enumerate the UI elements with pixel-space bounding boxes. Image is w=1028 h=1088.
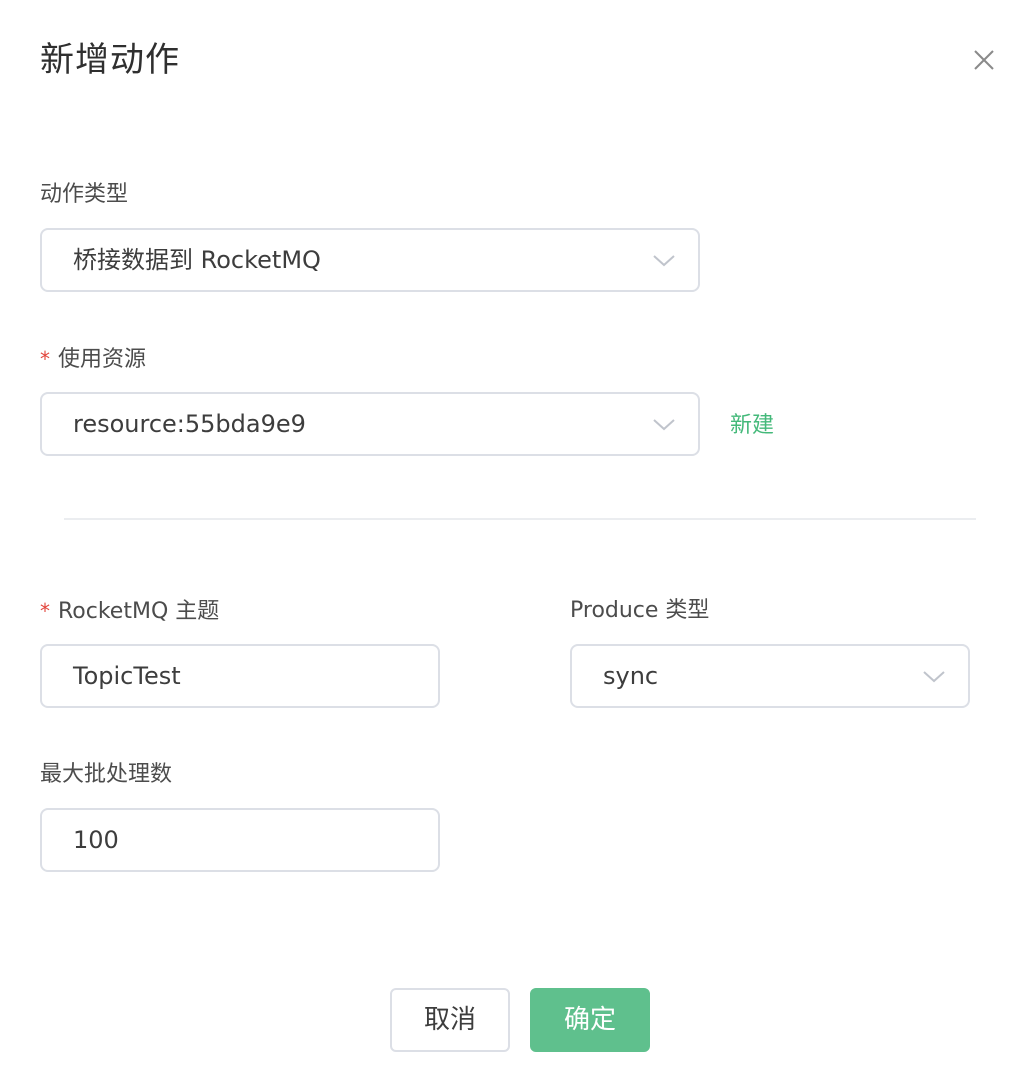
cancel-button[interactable]: 取消 — [390, 988, 510, 1052]
required-mark: * — [40, 347, 50, 371]
confirm-button[interactable]: 确定 — [530, 988, 650, 1052]
resource-value: resource:55bda9e9 — [73, 410, 306, 438]
dialog-title: 新增动作 — [40, 40, 180, 80]
chevron-down-icon — [653, 255, 675, 267]
topic-input[interactable]: TopicTest — [40, 644, 440, 708]
resource-select[interactable]: resource:55bda9e9 — [40, 392, 700, 456]
action-type-select[interactable]: 桥接数据到 RocketMQ — [40, 228, 700, 292]
resource-label: * 使用资源 — [40, 344, 146, 375]
topic-label-text: RocketMQ 主题 — [58, 599, 220, 624]
action-type-value: 桥接数据到 RocketMQ — [73, 246, 321, 274]
close-button[interactable] — [968, 44, 1000, 76]
close-icon — [974, 50, 994, 70]
produce-type-select[interactable]: sync — [570, 644, 970, 708]
chevron-down-icon — [923, 671, 945, 683]
chevron-down-icon — [653, 419, 675, 431]
section-divider — [64, 518, 976, 520]
resource-label-text: 使用资源 — [58, 347, 147, 372]
required-mark: * — [40, 599, 50, 623]
add-action-dialog: 新增动作 动作类型 桥接数据到 RocketMQ * 使用资源 resource:… — [0, 0, 1028, 1088]
action-type-label: 动作类型 — [40, 182, 129, 207]
max-batch-input[interactable]: 100 — [40, 808, 440, 872]
produce-type-value: sync — [603, 662, 659, 690]
topic-value: TopicTest — [73, 662, 181, 690]
new-resource-link[interactable]: 新建 — [730, 410, 774, 442]
max-batch-value: 100 — [73, 826, 119, 854]
max-batch-label: 最大批处理数 — [40, 762, 173, 787]
produce-type-label: Produce 类型 — [570, 598, 710, 623]
topic-label: * RocketMQ 主题 — [40, 596, 219, 627]
